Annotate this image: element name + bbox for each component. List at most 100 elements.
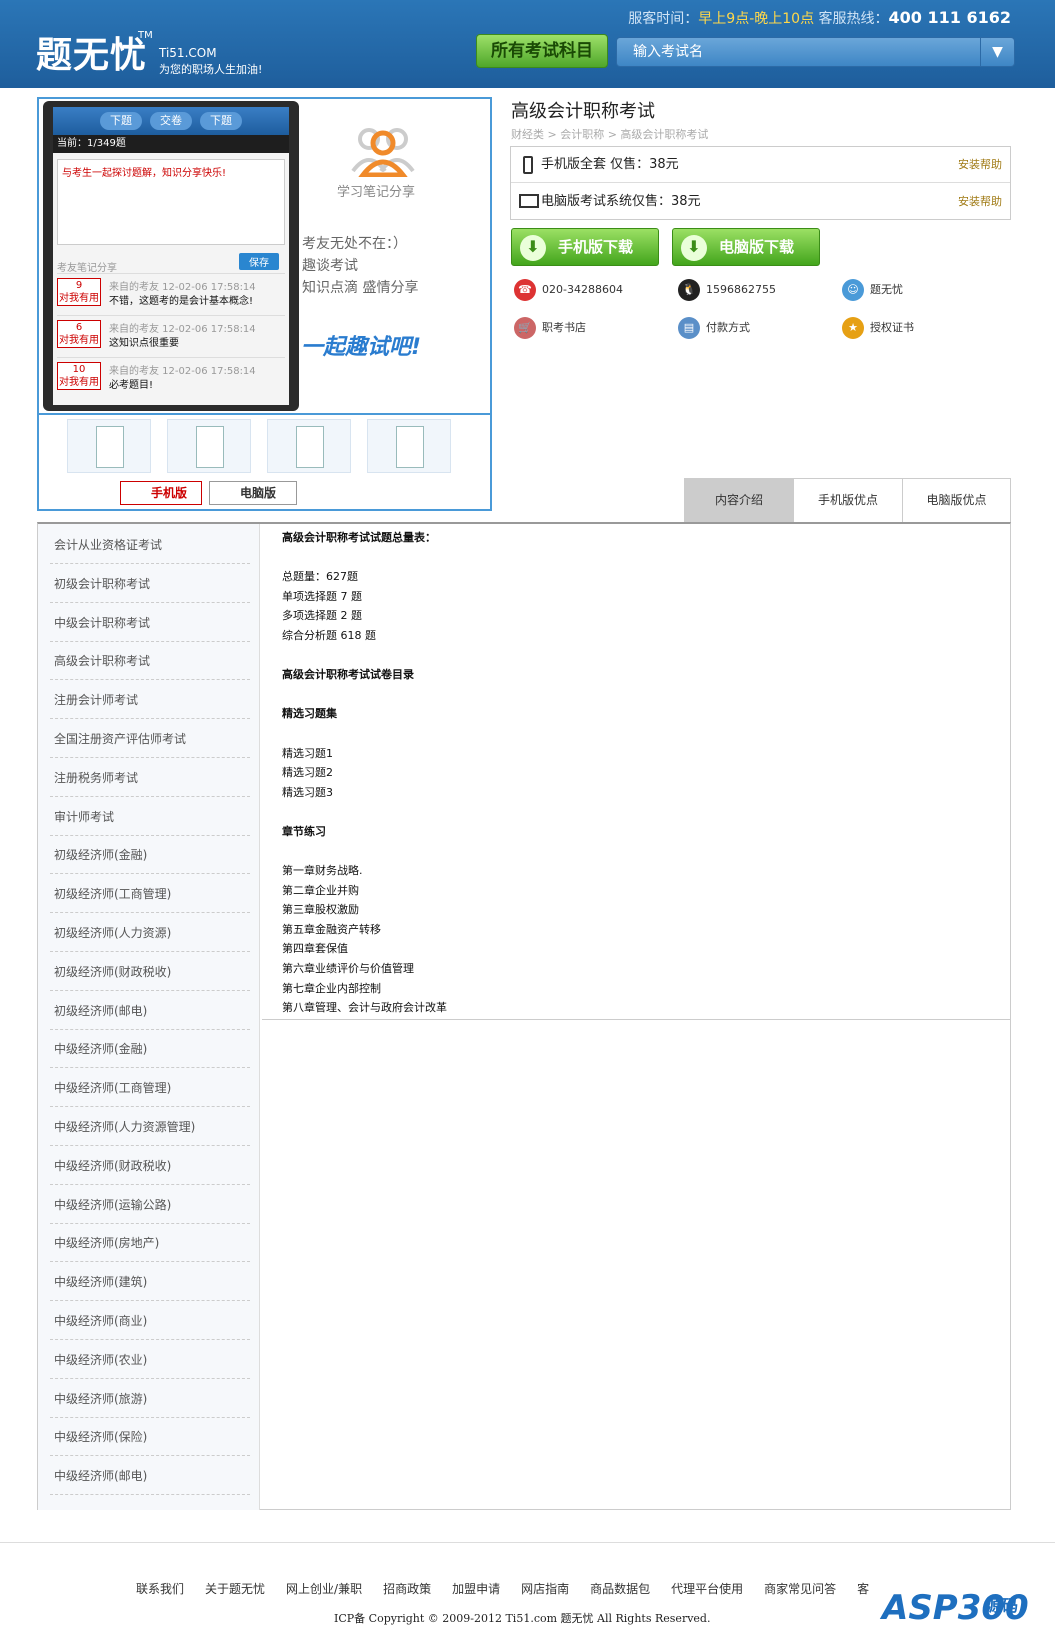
price-pc-text: 电脑版考试系统仅售：38元 bbox=[541, 194, 701, 209]
sidebar-item[interactable]: 初级经济师(工商管理) bbox=[50, 875, 250, 914]
content-line bbox=[282, 724, 990, 744]
sidebar-item[interactable]: 中级会计职称考试 bbox=[50, 604, 250, 642]
footer-link[interactable]: 客 bbox=[857, 1582, 869, 1596]
content-line: 多项选择题 2 题 bbox=[282, 609, 362, 623]
sidebar-item[interactable]: 高级会计职称考试 bbox=[50, 642, 250, 681]
content-line bbox=[282, 842, 990, 862]
sidebar-item[interactable]: 中级经济师(工商管理) bbox=[50, 1069, 250, 1108]
gallery-thumbnail[interactable] bbox=[367, 419, 451, 473]
sidebar-item[interactable]: 注册会计师考试 bbox=[50, 681, 250, 720]
content-line: 综合分析题 618 题 bbox=[282, 628, 376, 642]
sidebar-item[interactable]: 会计从业资格证考试 bbox=[50, 526, 250, 564]
content-line bbox=[282, 802, 990, 822]
footer-link[interactable]: 关于题无忧 bbox=[205, 1582, 265, 1596]
main-frame: 会计从业资格证考试 初级会计职称考试 中级会计职称考试 高级会计职称考试 注册会计师考试… bbox=[37, 522, 1011, 1510]
footer-link[interactable]: 加盟申请 bbox=[452, 1582, 500, 1596]
tab-mobile-version[interactable]: 手机版 bbox=[120, 481, 202, 505]
content-line bbox=[282, 646, 990, 666]
content-line: 高级会计职称考试试卷目录 bbox=[282, 668, 414, 682]
phone-section-label: 考友笔记分享 bbox=[57, 263, 117, 274]
content-line bbox=[282, 548, 990, 568]
price-box: 手机版全套 仅售：38元 安装帮助 电脑版考试系统仅售：38元 安装帮助 bbox=[510, 146, 1011, 220]
content-line: 精选习题3 bbox=[282, 785, 333, 799]
content-line: 章节练习 bbox=[282, 824, 326, 838]
contact-qq[interactable]: 🐧 1596862755 bbox=[678, 279, 776, 301]
phone-number: 020-34288604 bbox=[542, 283, 623, 296]
exam-sidebar: 会计从业资格证考试 初级会计职称考试 中级会计职称考试 高级会计职称考试 注册会计师考试… bbox=[38, 524, 260, 1510]
install-help-link[interactable]: 安装帮助 bbox=[958, 184, 1002, 220]
contact-brand[interactable]: ☺ 题无忧 bbox=[842, 279, 903, 301]
sidebar-item[interactable]: 初级经济师(邮电) bbox=[50, 992, 250, 1030]
product-gallery: 下题 交卷 下题 当前：1/349题 与考生一起探讨题解，知识分享快乐! 考友笔记分… bbox=[37, 97, 492, 511]
cart-icon: 🛒 bbox=[514, 317, 536, 339]
site-header: 题无忧 TM Ti51.COM 为您的职场人生加油! 服客时间：早上9点-晚上1… bbox=[0, 0, 1055, 88]
contact-phone[interactable]: ☎ 020-34288604 bbox=[514, 279, 623, 301]
payment-label: 付款方式 bbox=[706, 321, 750, 334]
mobile-download-button[interactable]: ⬇ 手机版下载 bbox=[511, 228, 659, 266]
bookstore-link[interactable]: 🛒 职考书店 bbox=[514, 317, 586, 339]
footer-link[interactable]: 联系我们 bbox=[136, 1582, 184, 1596]
sidebar-item[interactable]: 中级经济师(农业) bbox=[50, 1341, 250, 1379]
gallery-thumbnail[interactable] bbox=[167, 419, 251, 473]
exam-search-input[interactable]: 输入考试名 ▼ bbox=[616, 37, 1015, 67]
copyright: ICP备 Copyright © 2009-2012 Ti51.com 题无忧 … bbox=[334, 1612, 711, 1625]
phone-save-button: 保存 bbox=[239, 253, 279, 270]
detail-tabs: 内容介绍 手机版优点 电脑版优点 bbox=[684, 478, 1011, 522]
badge-icon: ★ bbox=[842, 317, 864, 339]
footer-link[interactable]: 商品数据包 bbox=[590, 1582, 650, 1596]
sidebar-item[interactable]: 中级经济师(金融) bbox=[50, 1030, 250, 1069]
chevron-down-icon[interactable]: ▼ bbox=[980, 38, 1014, 66]
sidebar-item[interactable]: 中级经济师(人力资源管理) bbox=[50, 1108, 250, 1146]
all-subjects-button[interactable]: 所有考试科目 bbox=[476, 34, 608, 68]
sidebar-item[interactable]: 审计师考试 bbox=[50, 798, 250, 836]
sidebar-item[interactable]: 中级经济师(邮电) bbox=[50, 1457, 250, 1496]
payment-link[interactable]: ▤ 付款方式 bbox=[678, 317, 750, 339]
price-pc-row: 电脑版考试系统仅售：38元 安装帮助 bbox=[511, 184, 1010, 220]
certificate-label: 授权证书 bbox=[870, 321, 914, 334]
sidebar-item[interactable]: 注册税务师考试 bbox=[50, 759, 250, 797]
footer-link[interactable]: 商家常见问答 bbox=[764, 1582, 836, 1596]
breadcrumb[interactable]: 财经类 > 会计职称 > 高级会计职称考试 bbox=[511, 126, 708, 142]
footer-link[interactable]: 网上创业/兼职 bbox=[286, 1582, 362, 1596]
sidebar-item[interactable]: 中级经济师(建筑) bbox=[50, 1263, 250, 1302]
phone-current-question: 当前：1/349题 bbox=[53, 135, 289, 153]
footer-links: 联系我们 关于题无忧 网上创业/兼职 招商政策 加盟申请 网店指南 商品数据包 代理平台使用 商… bbox=[136, 1580, 890, 1597]
sidebar-item[interactable]: 初级经济师(人力资源) bbox=[50, 914, 250, 952]
thumbnail-strip bbox=[39, 413, 490, 475]
watermark-logo: ASP300 源码 bbox=[882, 1580, 1042, 1632]
phone-note-box: 与考生一起探讨题解，知识分享快乐! bbox=[57, 159, 285, 245]
install-help-link[interactable]: 安装帮助 bbox=[958, 147, 1002, 183]
tab-pc-advantages[interactable]: 电脑版优点 bbox=[902, 479, 1011, 522]
certificate-link[interactable]: ★ 授权证书 bbox=[842, 317, 914, 339]
tab-mobile-advantages[interactable]: 手机版优点 bbox=[793, 479, 902, 522]
footer-link[interactable]: 网店指南 bbox=[521, 1582, 569, 1596]
sidebar-item[interactable]: 中级经济师(旅游) bbox=[50, 1380, 250, 1418]
sidebar-item[interactable]: 初级会计职称考试 bbox=[50, 565, 250, 603]
phone-note-row: 10 对我有用 来自的考友 12-02-06 17:58:14 必考题目! bbox=[57, 357, 285, 395]
sidebar-item[interactable]: 全国注册资产评估师考试 bbox=[50, 720, 250, 758]
promo-line: 考友无处不在：） bbox=[302, 236, 407, 252]
gallery-thumbnail[interactable] bbox=[67, 419, 151, 473]
footer-link[interactable]: 招商政策 bbox=[383, 1582, 431, 1596]
note-text: 这知识点很重要 bbox=[109, 338, 179, 349]
pc-download-button[interactable]: ⬇ 电脑版下载 bbox=[672, 228, 820, 266]
content-line: 第六章业绩评价与价值管理 bbox=[282, 962, 414, 976]
gallery-thumbnail[interactable] bbox=[267, 419, 351, 473]
note-vote: 6 对我有用 bbox=[57, 320, 101, 348]
site-logo[interactable]: 题无忧 bbox=[36, 26, 147, 78]
sidebar-item[interactable]: 初级经济师(金融) bbox=[50, 836, 250, 875]
sidebar-item[interactable]: 中级经济师(财政税收) bbox=[50, 1147, 250, 1185]
tab-content-intro[interactable]: 内容介绍 bbox=[684, 479, 793, 522]
note-meta: 来自的考友 12-02-06 17:58:14 bbox=[109, 324, 256, 335]
sidebar-item[interactable]: 中级经济师(保险) bbox=[50, 1418, 250, 1457]
logo-domain: Ti51.COM bbox=[159, 46, 217, 60]
sidebar-item[interactable]: 初级经济师(财政税收) bbox=[50, 953, 250, 991]
sidebar-item[interactable]: 中级经济师(房地产) bbox=[50, 1224, 250, 1263]
tab-pc-version[interactable]: 电脑版 bbox=[209, 481, 297, 505]
note-text: 不错，这题考的是会计基本概念! bbox=[109, 296, 254, 307]
sidebar-item[interactable]: 中级经济师(商业) bbox=[50, 1302, 250, 1340]
content-line: 第一章财务战略. bbox=[282, 864, 363, 878]
sidebar-item[interactable]: 中级经济师(运输公路) bbox=[50, 1186, 250, 1224]
footer-link[interactable]: 代理平台使用 bbox=[671, 1582, 743, 1596]
monitor-icon bbox=[519, 194, 539, 208]
